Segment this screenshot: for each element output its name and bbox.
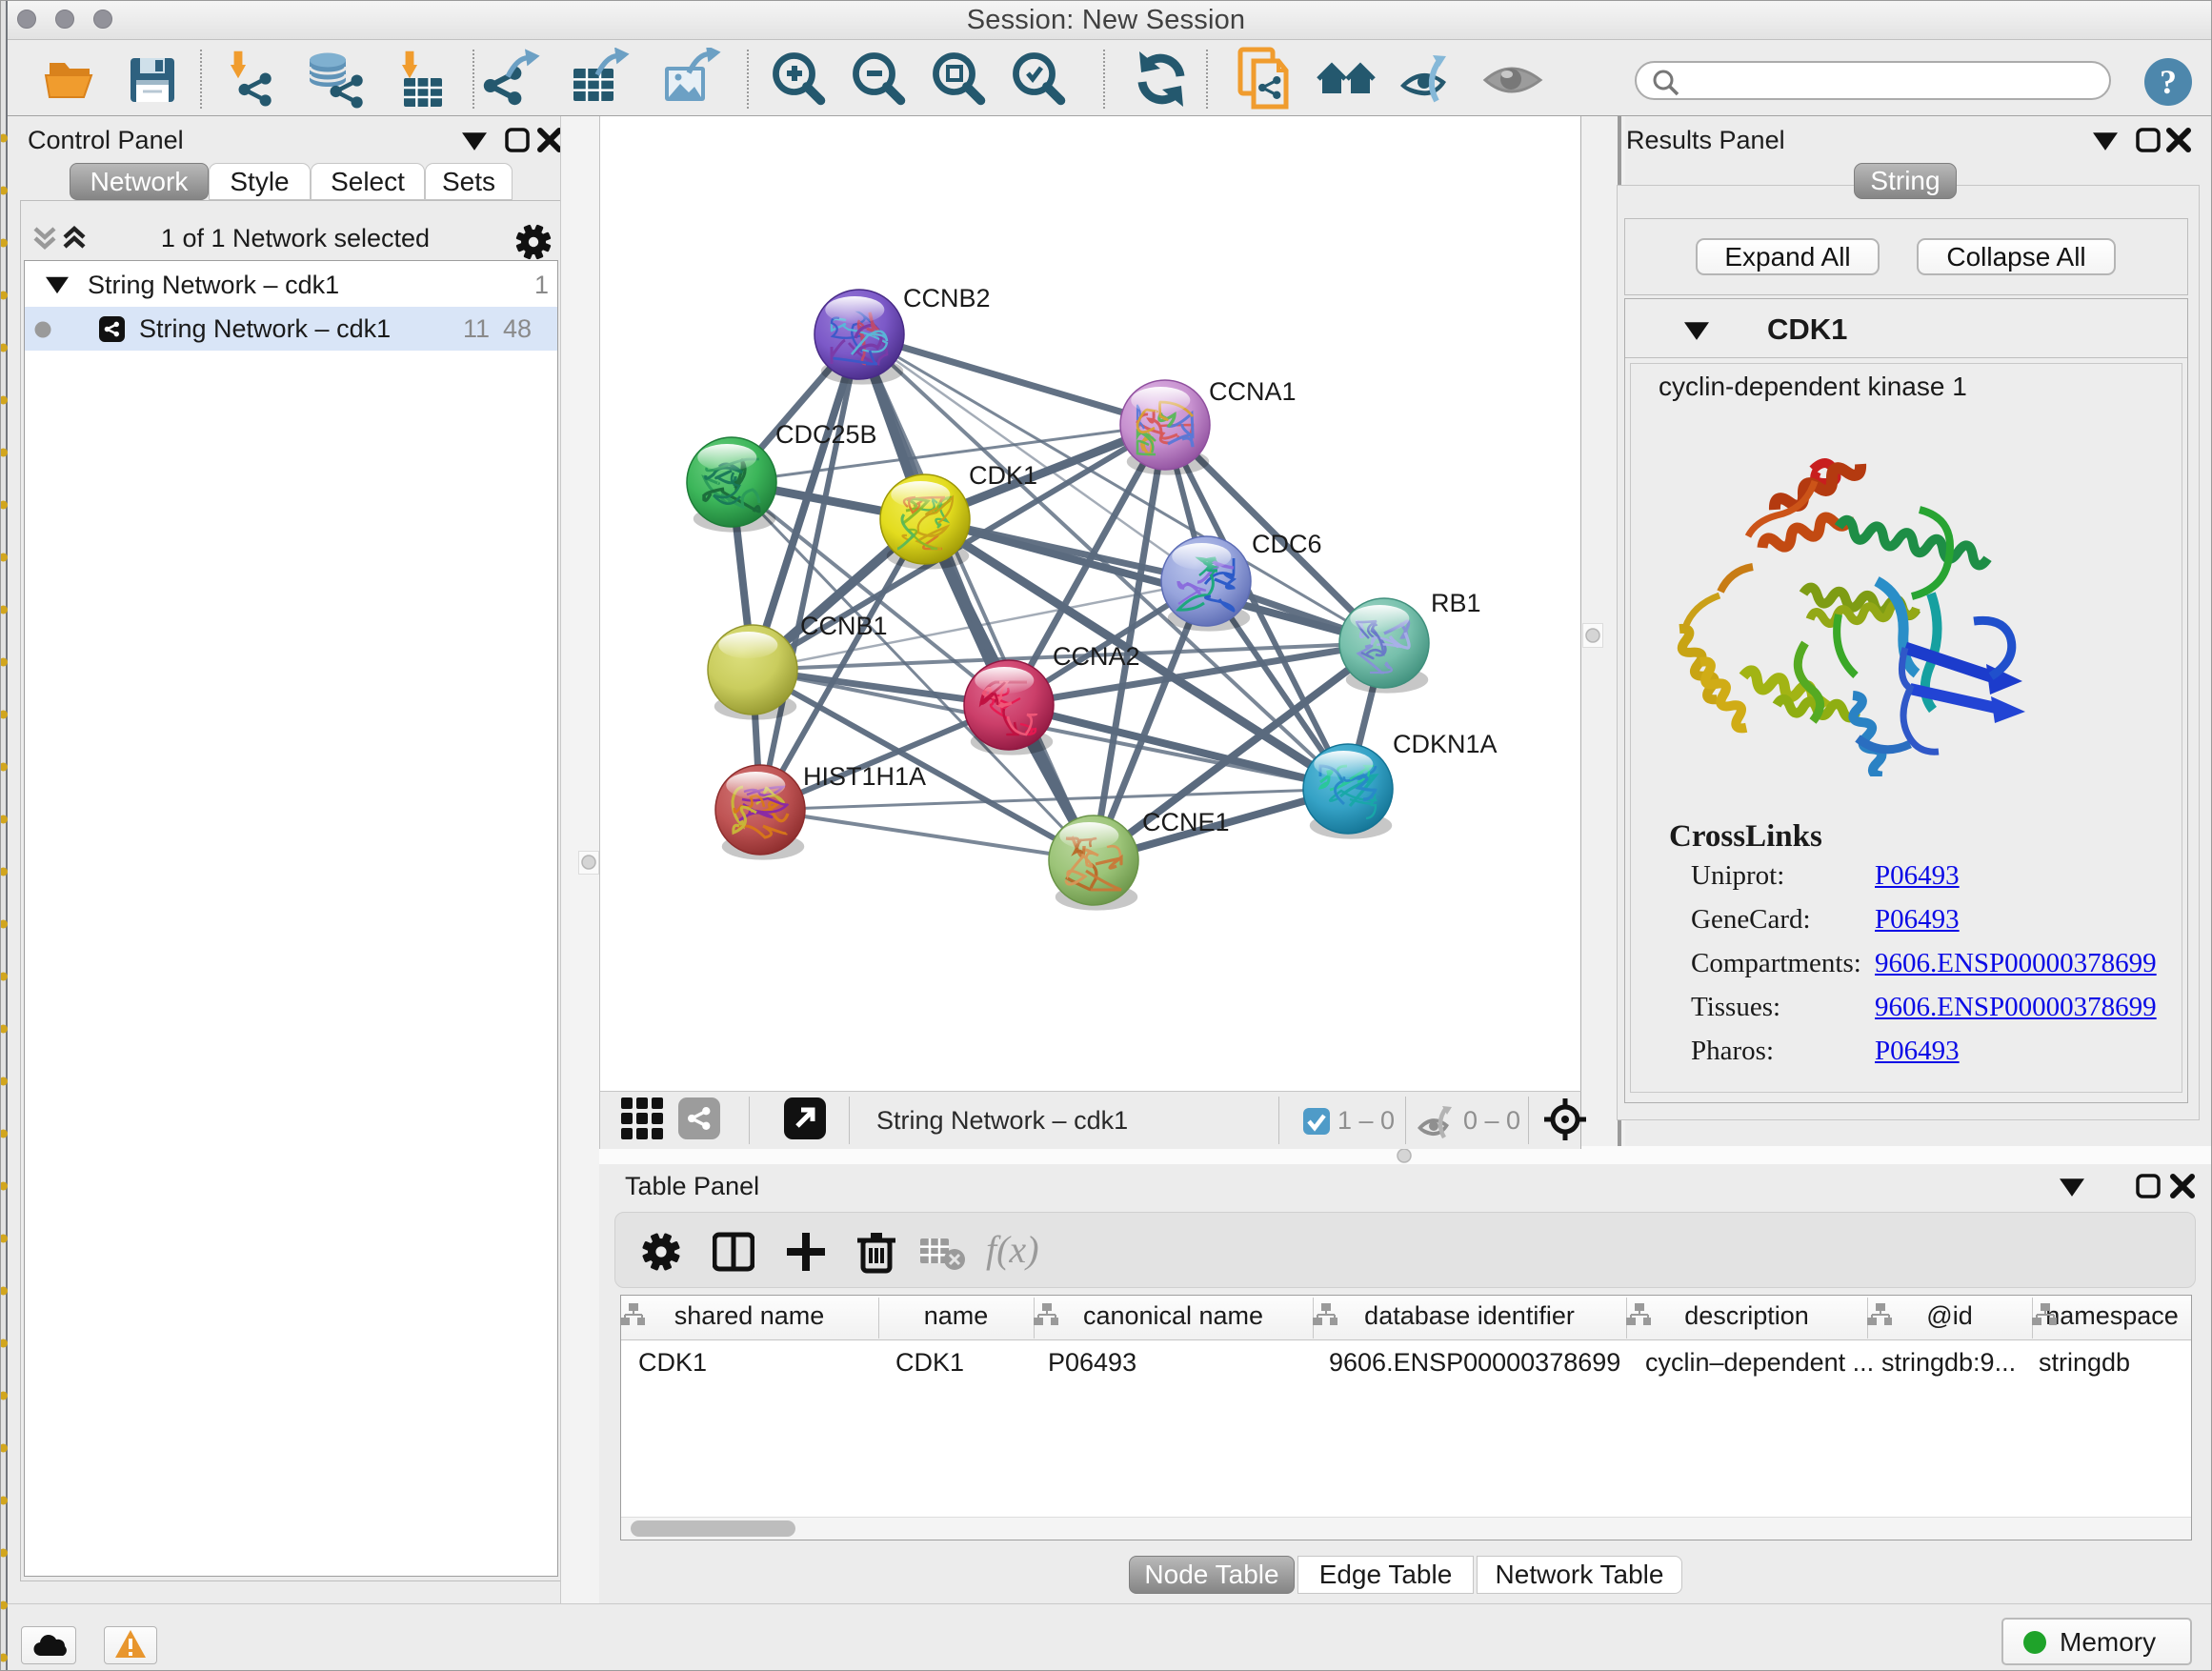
svg-text:CDKN1A: CDKN1A bbox=[1393, 730, 1498, 758]
svg-text:?: ? bbox=[2160, 63, 2177, 101]
svg-text:CDC25B: CDC25B bbox=[775, 420, 877, 449]
svg-text:RB1: RB1 bbox=[1431, 589, 1481, 617]
svg-text:CCNB2: CCNB2 bbox=[903, 284, 991, 312]
svg-text:CCNB1: CCNB1 bbox=[800, 612, 888, 640]
svg-text:CDK1: CDK1 bbox=[969, 461, 1037, 490]
svg-text:CCNE1: CCNE1 bbox=[1142, 808, 1230, 836]
svg-text:CCNA2: CCNA2 bbox=[1053, 642, 1140, 671]
svg-text:HIST1H1A: HIST1H1A bbox=[803, 762, 926, 791]
svg-text:CCNA1: CCNA1 bbox=[1209, 377, 1297, 406]
svg-text:CDC6: CDC6 bbox=[1252, 530, 1322, 558]
